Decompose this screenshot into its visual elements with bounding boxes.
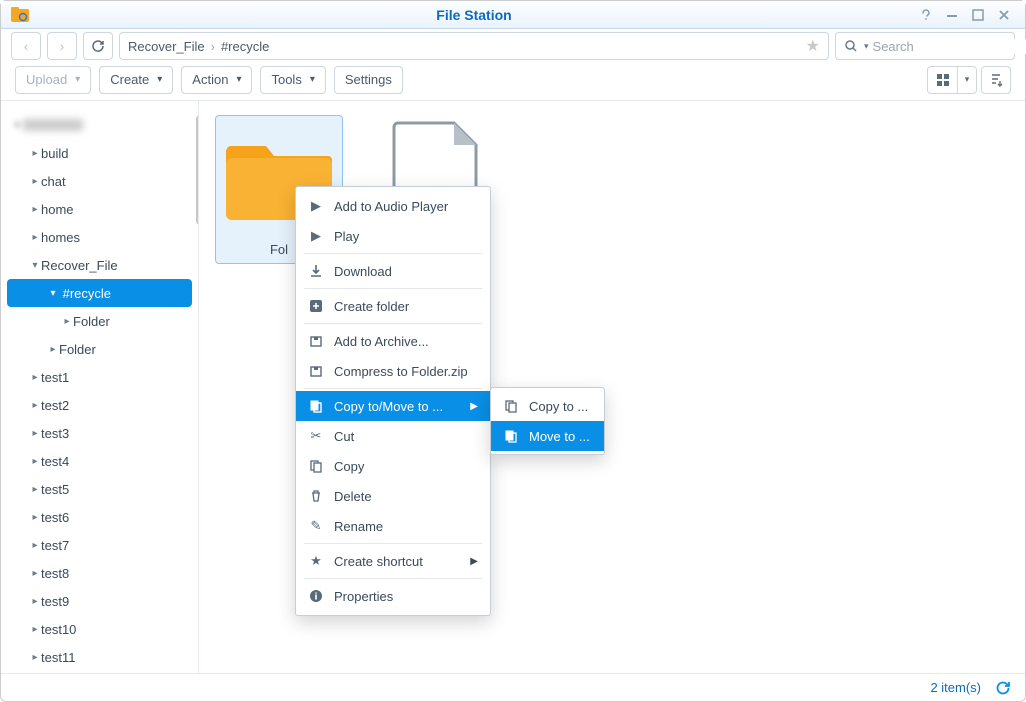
ctx-rename[interactable]: ✎Rename — [296, 511, 490, 541]
tree-item[interactable]: ▸test6 — [1, 503, 198, 531]
ctx-add-audio[interactable]: ▶Add to Audio Player — [296, 191, 490, 221]
view-mode-caret[interactable]: ▾ — [957, 66, 977, 94]
tree-item[interactable]: ▸Folder — [1, 307, 198, 335]
ctx-cut[interactable]: ✂Cut — [296, 421, 490, 451]
item-count: 2 item(s) — [930, 680, 981, 695]
cut-icon: ✂ — [308, 428, 324, 444]
chevron-right-icon: ▶ — [470, 556, 478, 567]
tree-item[interactable]: ▸test3 — [1, 419, 198, 447]
tree-item[interactable]: ▸homes — [1, 223, 198, 251]
titlebar: File Station — [1, 1, 1025, 29]
app-icon — [11, 7, 29, 23]
nav-toolbar: ‹ › Recover_File › #recycle ★ ▾ — [1, 29, 1025, 63]
separator — [304, 288, 482, 289]
ctx-properties[interactable]: Properties — [296, 581, 490, 611]
archive-icon — [308, 334, 324, 348]
submenu-move-to[interactable]: Move to ... — [491, 421, 604, 451]
tree-item[interactable]: ▸test8 — [1, 559, 198, 587]
back-button[interactable]: ‹ — [11, 32, 41, 60]
sidebar-tree[interactable]: ▾ ▸build ▸chat ▸home ▸homes ▾Recover_Fil… — [1, 101, 199, 673]
refresh-button[interactable] — [995, 680, 1011, 696]
pencil-icon: ✎ — [308, 518, 324, 534]
sort-button[interactable] — [981, 66, 1011, 94]
play-icon: ▶ — [308, 228, 324, 244]
minimize-button[interactable] — [941, 6, 963, 24]
create-button[interactable]: Create▾ — [99, 66, 173, 94]
chevron-right-icon: ▶ — [470, 401, 478, 412]
trash-icon — [308, 489, 324, 503]
tools-button[interactable]: Tools▾ — [260, 66, 325, 94]
tree-item[interactable]: ▸build — [1, 139, 198, 167]
ctx-shortcut[interactable]: ★Create shortcut▶ — [296, 546, 490, 576]
maximize-button[interactable] — [967, 6, 989, 24]
copy-icon — [308, 459, 324, 473]
tree-item-recycle[interactable]: ▾ #recycle — [7, 279, 192, 307]
search-icon — [844, 39, 858, 53]
copy-to-icon — [503, 399, 519, 413]
tree-item[interactable]: ▸test7 — [1, 531, 198, 559]
settings-button[interactable]: Settings — [334, 66, 403, 94]
search-box[interactable]: ▾ — [835, 32, 1015, 60]
ctx-play[interactable]: ▶Play — [296, 221, 490, 251]
separator — [304, 253, 482, 254]
caret-down-icon: ▾ — [157, 74, 162, 85]
ctx-copy[interactable]: Copy — [296, 451, 490, 481]
separator — [304, 323, 482, 324]
tree-item[interactable]: ▸test12 — [1, 671, 198, 673]
breadcrumb[interactable]: Recover_File › #recycle ★ — [119, 32, 829, 60]
separator — [304, 388, 482, 389]
breadcrumb-seg[interactable]: #recycle — [221, 39, 269, 54]
caret-down-icon: ▾ — [75, 74, 80, 85]
tree-item[interactable]: ▸test11 — [1, 643, 198, 671]
ctx-create-folder[interactable]: Create folder — [296, 291, 490, 321]
ctx-delete[interactable]: Delete — [296, 481, 490, 511]
tree-item[interactable]: ▸test5 — [1, 475, 198, 503]
forward-button[interactable]: › — [47, 32, 77, 60]
ctx-download[interactable]: Download — [296, 256, 490, 286]
submenu-copy-move: Copy to ... Move to ... — [490, 387, 605, 455]
move-to-icon — [503, 429, 519, 443]
archive-icon — [308, 364, 324, 378]
download-icon — [308, 264, 324, 278]
favorite-star-icon[interactable]: ★ — [806, 36, 820, 56]
breadcrumb-seg[interactable]: Recover_File — [128, 39, 205, 54]
copy-move-icon — [308, 399, 324, 413]
play-icon: ▶ — [308, 198, 324, 214]
search-input[interactable] — [873, 39, 1026, 54]
tree-item[interactable]: ▸test10 — [1, 615, 198, 643]
action-button[interactable]: Action▾ — [181, 66, 252, 94]
ctx-copy-move[interactable]: Copy to/Move to ...▶ — [296, 391, 490, 421]
tree-item[interactable]: ▸chat — [1, 167, 198, 195]
tree-root[interactable]: ▾ — [1, 111, 198, 139]
caret-down-icon: ▾ — [236, 74, 241, 85]
tree-item[interactable]: ▸test2 — [1, 391, 198, 419]
reload-button[interactable] — [83, 32, 113, 60]
view-mode-button[interactable] — [927, 66, 957, 94]
caret-down-icon: ▾ — [310, 74, 315, 85]
info-icon — [308, 589, 324, 603]
submenu-copy-to[interactable]: Copy to ... — [491, 391, 604, 421]
search-caret-icon[interactable]: ▾ — [864, 41, 869, 52]
action-toolbar: Upload▾ Create▾ Action▾ Tools▾ Settings … — [1, 63, 1025, 101]
chevron-right-icon: › — [211, 39, 215, 54]
tree-item[interactable]: ▸test4 — [1, 447, 198, 475]
tree-item[interactable]: ▸home — [1, 195, 198, 223]
tree-item[interactable]: ▸test1 — [1, 363, 198, 391]
separator — [304, 543, 482, 544]
star-icon: ★ — [308, 553, 324, 569]
separator — [304, 578, 482, 579]
close-button[interactable] — [993, 6, 1015, 24]
ctx-add-archive[interactable]: Add to Archive... — [296, 326, 490, 356]
help-button[interactable] — [915, 6, 937, 24]
upload-button[interactable]: Upload▾ — [15, 66, 91, 94]
statusbar: 2 item(s) — [1, 673, 1025, 701]
ctx-compress[interactable]: Compress to Folder.zip — [296, 356, 490, 386]
tree-item[interactable]: ▸test9 — [1, 587, 198, 615]
tree-item[interactable]: ▸Folder — [1, 335, 198, 363]
plus-icon — [308, 299, 324, 313]
tree-item-recover[interactable]: ▾Recover_File — [1, 251, 198, 279]
window-title: File Station — [37, 7, 911, 23]
context-menu: ▶Add to Audio Player ▶Play Download Crea… — [295, 186, 491, 616]
